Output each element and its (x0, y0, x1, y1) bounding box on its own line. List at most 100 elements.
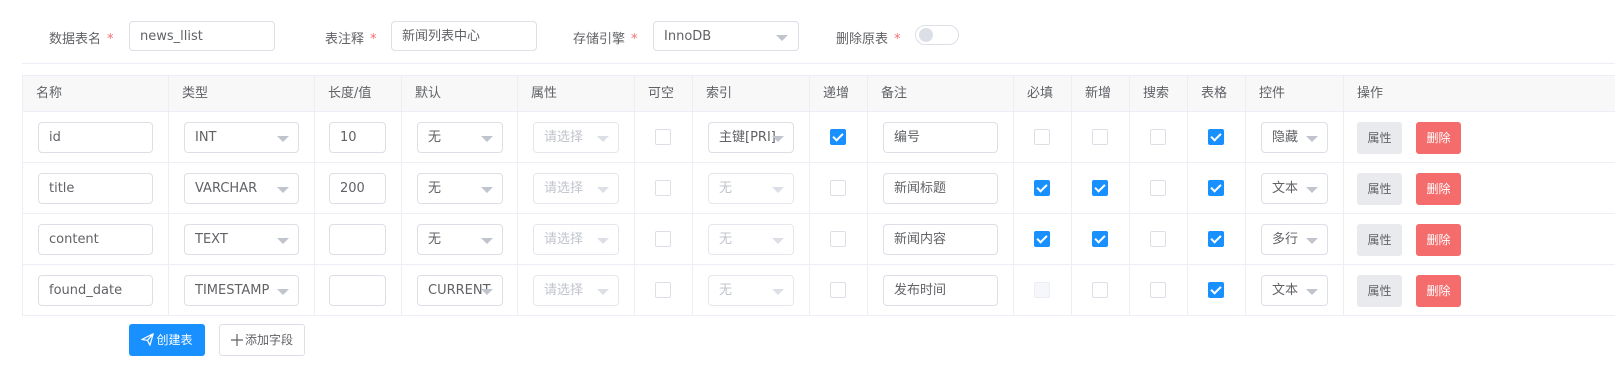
chevron-down-icon (1306, 136, 1318, 142)
table-row: id INT 10 无 请选择 主键[PRI] 编号 隐藏 属性 删除 (22, 112, 1615, 163)
field-default-select[interactable]: 无 (417, 224, 503, 255)
delete-button[interactable]: 删除 (1416, 173, 1461, 205)
table-row: found_date TIMESTAMP CURRENT 请选择 无 发布时间 文本 属性 删除 (22, 265, 1615, 316)
header-col-default: 默认 (415, 86, 442, 101)
field-length-input[interactable]: 10 (329, 122, 386, 153)
field-name-input[interactable]: id (38, 122, 153, 153)
chevron-down-icon (772, 238, 784, 244)
add-form-checkbox[interactable] (1092, 180, 1108, 196)
field-name-input[interactable]: title (38, 173, 153, 204)
field-comment-input[interactable]: 编号 (883, 122, 998, 153)
field-default-select[interactable]: CURRENT (417, 275, 503, 306)
list-checkbox[interactable] (1208, 180, 1224, 196)
field-type-select[interactable]: VARCHAR (184, 173, 299, 204)
field-length-input[interactable]: 200 (329, 173, 386, 204)
field-index-select[interactable]: 无 (708, 224, 794, 255)
header-col-nullable: 可空 (648, 86, 675, 101)
search-checkbox[interactable] (1150, 129, 1166, 145)
nullable-checkbox[interactable] (655, 282, 671, 298)
column-divider (692, 75, 693, 316)
add-form-checkbox[interactable] (1092, 282, 1108, 298)
required-checkbox[interactable] (1034, 282, 1050, 298)
column-divider (168, 75, 169, 316)
auto-increment-checkbox[interactable] (830, 180, 846, 196)
delete-button[interactable]: 删除 (1416, 224, 1461, 256)
field-default-select[interactable]: 无 (417, 173, 503, 204)
header-col-type: 类型 (182, 86, 209, 101)
field-default-select[interactable]: 无 (417, 122, 503, 153)
field-length-input[interactable] (329, 224, 386, 255)
field-attr-select[interactable]: 请选择 (533, 122, 619, 153)
field-attr-select[interactable]: 请选择 (533, 173, 619, 204)
header-col-index: 索引 (706, 86, 733, 101)
engine-select[interactable]: InnoDB (653, 21, 799, 51)
field-type-select[interactable]: TIMESTAMP (184, 275, 299, 306)
add-form-checkbox[interactable] (1092, 231, 1108, 247)
nullable-checkbox[interactable] (655, 180, 671, 196)
auto-increment-checkbox[interactable] (830, 231, 846, 247)
field-length-input[interactable] (329, 275, 386, 306)
field-index-select-value: 主键[PRI] (719, 130, 776, 145)
create-table-button[interactable]: 创建表 (129, 324, 205, 356)
field-attr-select[interactable]: 请选择 (533, 275, 619, 306)
chevron-down-icon (597, 187, 609, 193)
search-checkbox[interactable] (1150, 282, 1166, 298)
field-name-input[interactable]: found_date (38, 275, 153, 306)
add-field-button[interactable]: 添加字段 (219, 324, 305, 356)
attribute-button[interactable]: 属性 (1357, 224, 1402, 256)
field-attr-select-value: 请选择 (544, 130, 584, 145)
header-col-autoinc: 递增 (823, 86, 850, 101)
chevron-down-icon (597, 289, 609, 295)
attribute-button[interactable]: 属性 (1357, 275, 1402, 307)
required-checkbox[interactable] (1034, 129, 1050, 145)
nullable-checkbox[interactable] (655, 231, 671, 247)
table-comment-input[interactable]: 新闻列表中心 (391, 21, 537, 51)
delete-button[interactable]: 删除 (1416, 275, 1461, 307)
add-field-label: 添加字段 (244, 333, 293, 347)
field-index-select[interactable]: 无 (708, 275, 794, 306)
field-control-select[interactable]: 多行 (1261, 224, 1328, 255)
field-index-select[interactable]: 主键[PRI] (708, 122, 794, 153)
delete-button[interactable]: 删除 (1416, 122, 1461, 154)
column-divider (401, 75, 402, 316)
drop-original-label: 删除原表 * (836, 32, 901, 47)
table-name-input[interactable]: news_llist (129, 21, 275, 51)
field-index-select[interactable]: 无 (708, 173, 794, 204)
switch-knob (919, 28, 933, 42)
field-comment-input[interactable]: 新闻内容 (883, 224, 998, 255)
field-control-select[interactable]: 隐藏 (1261, 122, 1328, 153)
attribute-button[interactable]: 属性 (1357, 173, 1402, 205)
drop-original-switch[interactable] (915, 25, 959, 45)
field-name-input[interactable]: content (38, 224, 153, 255)
search-checkbox[interactable] (1150, 180, 1166, 196)
field-default-select-value: 无 (428, 232, 442, 247)
field-control-select[interactable]: 文本 (1261, 275, 1328, 306)
add-form-checkbox[interactable] (1092, 129, 1108, 145)
auto-increment-checkbox[interactable] (830, 129, 846, 145)
field-control-select[interactable]: 文本 (1261, 173, 1328, 204)
required-checkbox[interactable] (1034, 180, 1050, 196)
field-type-select-value: TEXT (195, 232, 228, 247)
list-checkbox[interactable] (1208, 231, 1224, 247)
attribute-button[interactable]: 属性 (1357, 122, 1402, 154)
search-checkbox[interactable] (1150, 231, 1166, 247)
field-index-select-value: 无 (719, 283, 733, 298)
engine-label: 存储引擎 * (573, 32, 638, 47)
field-index-select-value: 无 (719, 232, 733, 247)
field-type-select[interactable]: INT (184, 122, 299, 153)
field-type-select[interactable]: TEXT (184, 224, 299, 255)
nullable-checkbox[interactable] (655, 129, 671, 145)
field-comment-input[interactable]: 新闻标题 (883, 173, 998, 204)
header-col-length: 长度/值 (328, 86, 372, 101)
field-control-select-value: 隐藏 (1272, 130, 1299, 145)
field-attr-select-value: 请选择 (544, 232, 584, 247)
chevron-down-icon (1306, 289, 1318, 295)
auto-increment-checkbox[interactable] (830, 282, 846, 298)
field-comment-input[interactable]: 发布时间 (883, 275, 998, 306)
list-checkbox[interactable] (1208, 282, 1224, 298)
chevron-down-icon (772, 187, 784, 193)
list-checkbox[interactable] (1208, 129, 1224, 145)
header-col-required: 必填 (1027, 86, 1054, 101)
field-attr-select[interactable]: 请选择 (533, 224, 619, 255)
required-checkbox[interactable] (1034, 231, 1050, 247)
